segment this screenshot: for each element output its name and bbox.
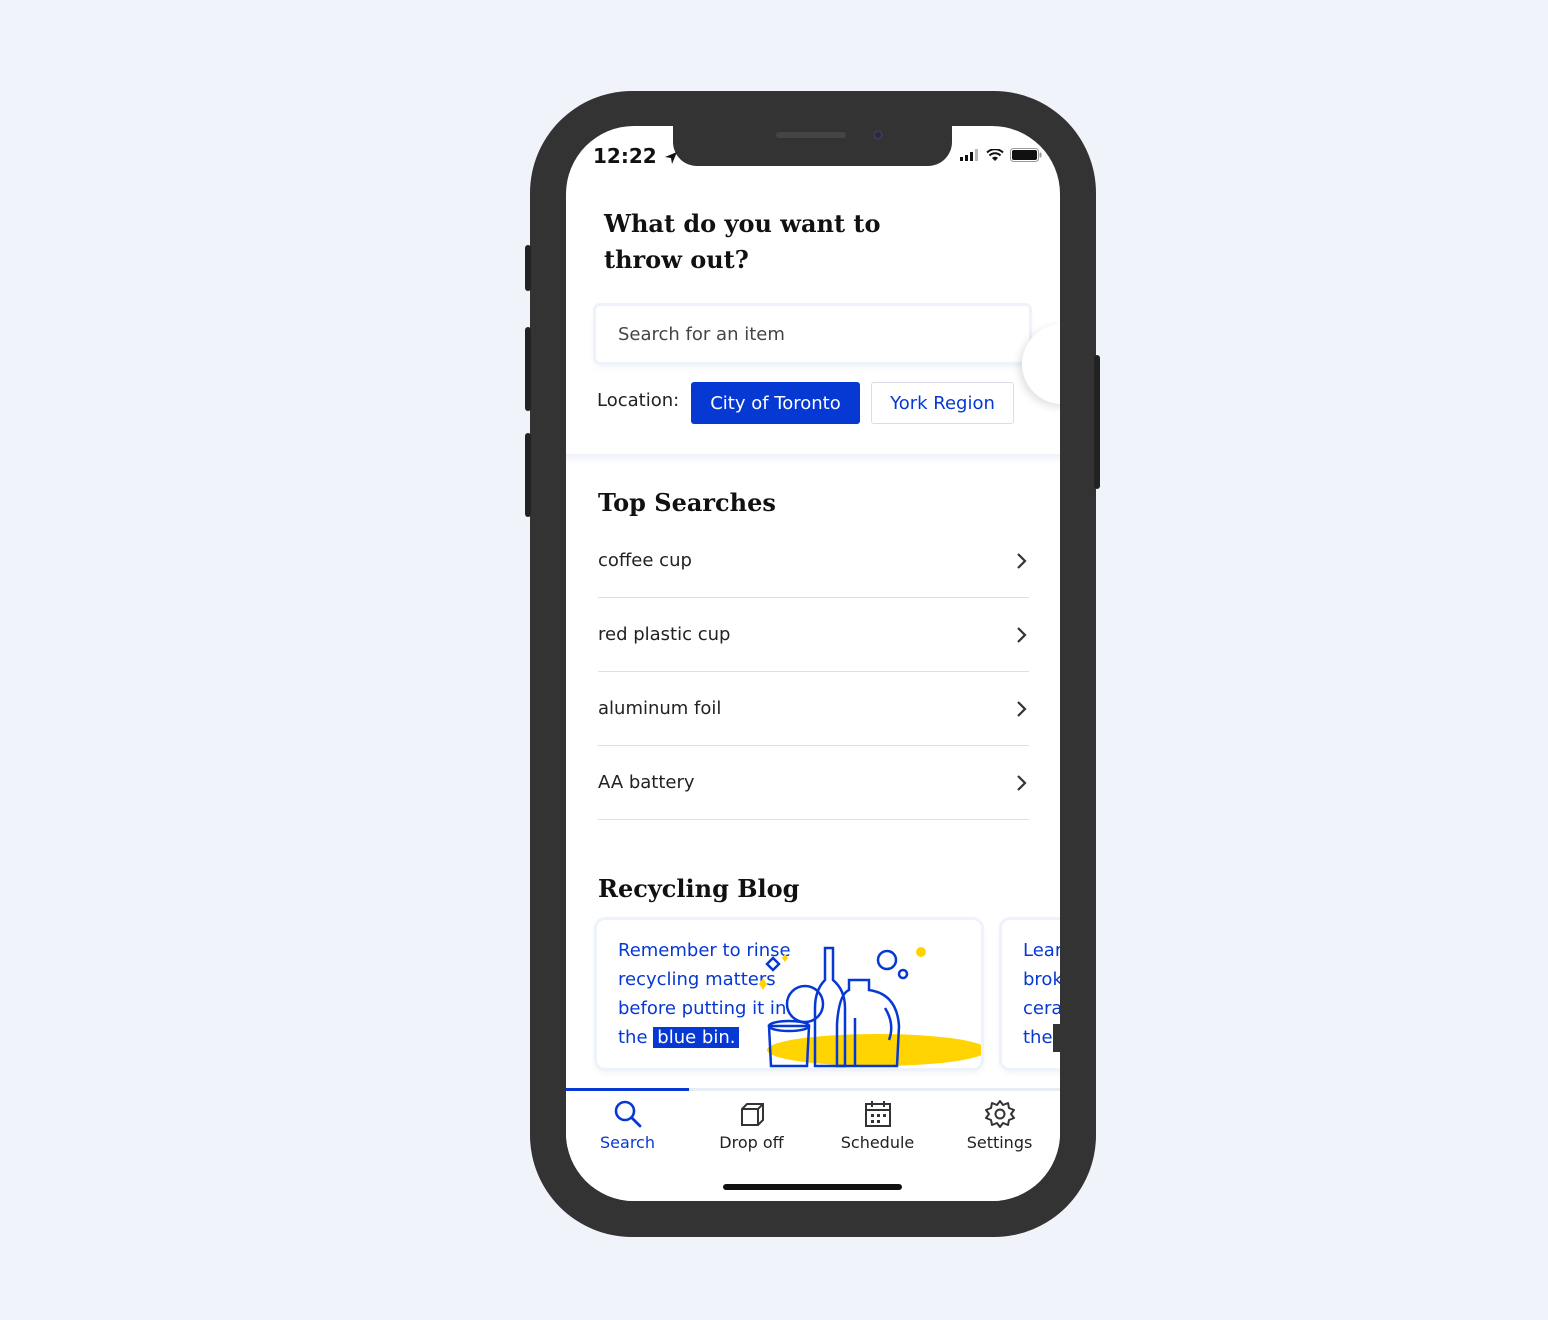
location-label: Location: [597, 390, 680, 411]
page-title: What do you want to throw out? [604, 209, 881, 274]
cellular-signal-icon [960, 149, 978, 161]
blog-card-line-last: the [1023, 1023, 1060, 1052]
top-searches-list: coffee cup red plastic cup aluminum foil… [598, 524, 1029, 820]
blog-card-line: brok [1023, 969, 1060, 990]
calendar-icon [864, 1101, 891, 1127]
list-item[interactable]: aluminum foil [598, 672, 1029, 746]
search-input[interactable] [618, 323, 1029, 345]
list-item-label: red plastic cup [598, 624, 731, 645]
wifi-icon [986, 148, 1004, 161]
tab-drop-off[interactable]: Drop off [690, 1099, 813, 1152]
list-item[interactable]: AA battery [598, 746, 1029, 820]
blog-card-line: Lear [1023, 940, 1060, 961]
blog-card[interactable]: Remember to rinse recycling matters befo… [597, 920, 981, 1068]
blog-title: Recycling Blog [598, 874, 800, 903]
list-item-label: AA battery [598, 772, 695, 793]
speaker [776, 132, 846, 138]
blog-card-highlight: blue bin. [653, 1027, 740, 1048]
tab-label: Drop off [719, 1133, 784, 1152]
list-item[interactable]: coffee cup [598, 524, 1029, 598]
blog-card-text: Lear brok cera the [1023, 936, 1060, 1052]
screen: 12:22 What do you want to throw out? Loc… [566, 126, 1060, 1201]
active-tab-indicator [566, 1088, 689, 1091]
notch [673, 126, 952, 166]
blog-card-line: the [1023, 1027, 1053, 1048]
tab-label: Settings [966, 1133, 1033, 1152]
battery-icon [1010, 148, 1042, 162]
tab-settings[interactable]: Settings [938, 1099, 1060, 1152]
volume-up-button [525, 327, 531, 411]
box-icon [740, 1103, 764, 1126]
blog-card[interactable]: Lear brok cera the [1002, 920, 1060, 1068]
location-toronto-button[interactable]: City of Toronto [691, 382, 860, 424]
tab-schedule[interactable]: Schedule [816, 1099, 939, 1152]
status-time-text: 12:22 [593, 144, 657, 168]
home-indicator[interactable] [723, 1184, 902, 1190]
blog-card-line: cera [1023, 998, 1060, 1019]
search-box[interactable] [596, 306, 1029, 362]
chevron-right-icon [1017, 552, 1027, 569]
tab-search[interactable]: Search [566, 1099, 689, 1152]
list-item-label: coffee cup [598, 550, 692, 571]
camera [873, 130, 883, 140]
tab-label: Search [600, 1133, 655, 1152]
search-icon [614, 1100, 641, 1128]
recycling-illustration [759, 946, 981, 1068]
tab-label: Schedule [840, 1133, 915, 1152]
top-searches-title: Top Searches [598, 488, 776, 517]
status-icons [960, 148, 1042, 162]
silent-switch [525, 245, 531, 291]
chevron-right-icon [1017, 626, 1027, 643]
chevron-right-icon [1017, 774, 1027, 791]
status-time: 12:22 [593, 144, 678, 168]
location-york-button[interactable]: York Region [871, 382, 1014, 424]
power-button [1094, 355, 1100, 489]
highlight-fragment [1052, 1024, 1060, 1052]
location-arrow-icon [664, 151, 677, 164]
section-divider [566, 454, 1060, 464]
list-item[interactable]: red plastic cup [598, 598, 1029, 672]
gear-icon [984, 1100, 1015, 1128]
chevron-right-icon [1017, 700, 1027, 717]
list-item-label: aluminum foil [598, 698, 722, 719]
volume-down-button [525, 433, 531, 517]
